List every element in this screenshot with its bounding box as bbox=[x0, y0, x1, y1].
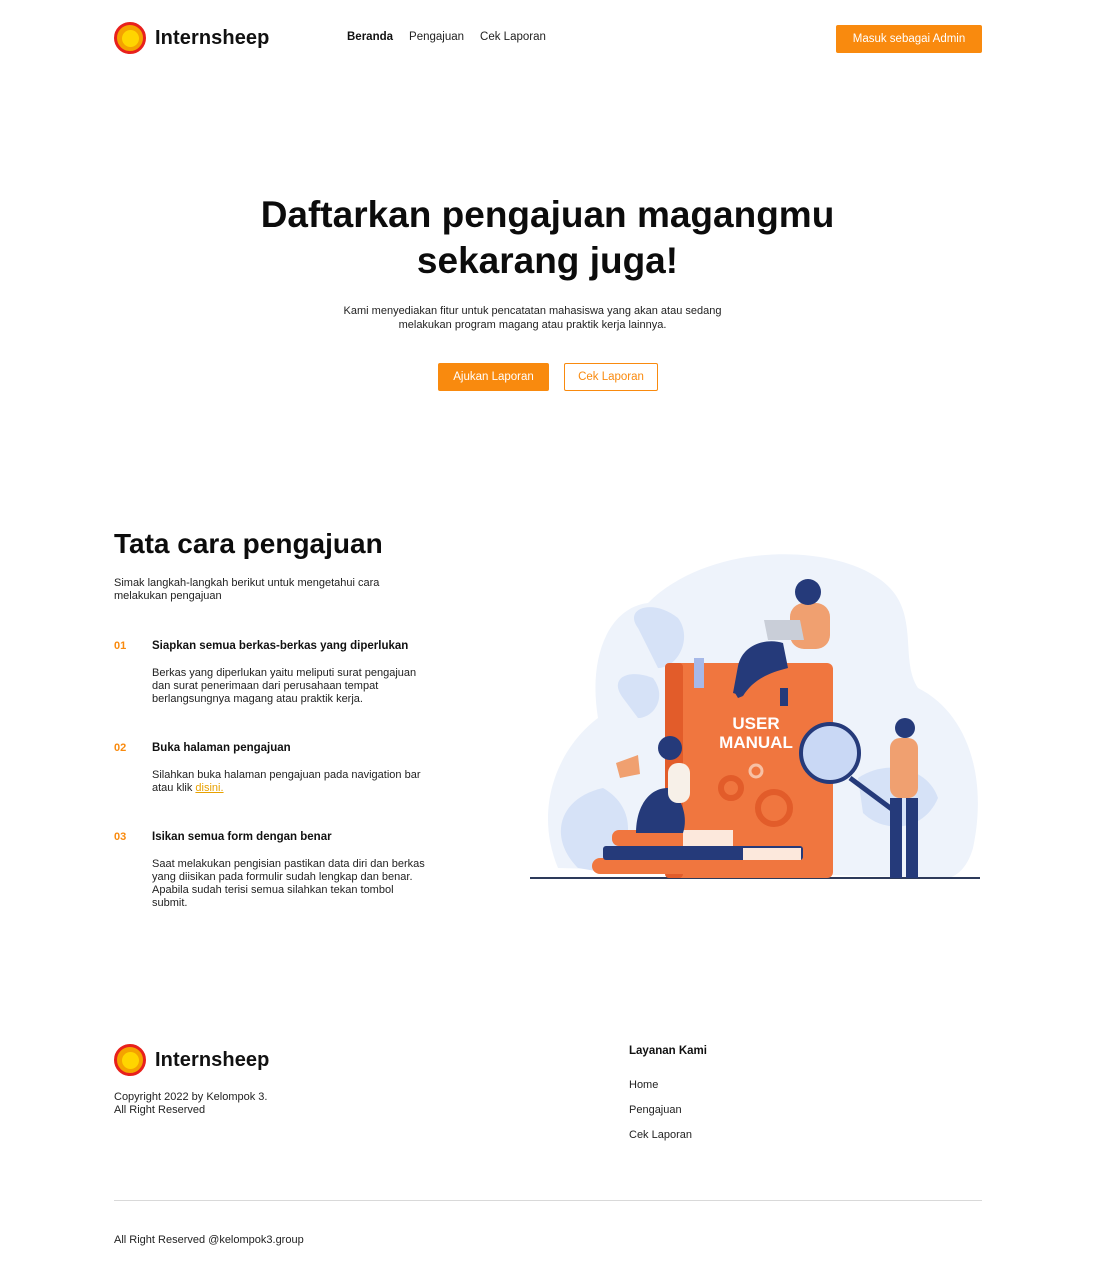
brand-name: Internsheep bbox=[155, 26, 270, 49]
footer-link-pengajuan[interactable]: Pengajuan bbox=[629, 1104, 682, 1116]
step-desc-line: Apabila sudah terisi semua silahkan teka… bbox=[152, 884, 394, 896]
footer-logo[interactable]: Internsheep bbox=[114, 1044, 269, 1076]
book-title-line-2: MANUAL bbox=[719, 733, 793, 752]
step-description: Silahkan buka halaman pengajuan pada nav… bbox=[152, 769, 462, 795]
step-desc-line: atau klik bbox=[152, 782, 196, 794]
step-description: Berkas yang diperlukan yaitu meliputi su… bbox=[152, 667, 462, 706]
step-number: 01 bbox=[114, 640, 127, 652]
disini-link[interactable]: disini. bbox=[195, 782, 223, 794]
nav-link-beranda[interactable]: Beranda bbox=[347, 31, 393, 43]
steps-subtitle-line-1: Simak langkah-langkah berikut untuk meng… bbox=[114, 577, 380, 589]
logo-icon bbox=[114, 22, 146, 54]
hero-title: Daftarkan pengajuan magangmu sekarang ju… bbox=[150, 192, 945, 284]
step-desc-line: berlangsungnya magang atau praktik kerja… bbox=[152, 693, 363, 705]
navbar: Internsheep Beranda Pengajuan Cek Lapora… bbox=[0, 0, 1095, 78]
hero-description: Kami menyediakan fitur untuk pencatatan … bbox=[300, 305, 765, 332]
nav-link-pengajuan[interactable]: Pengajuan bbox=[409, 31, 464, 43]
step-title: Isikan semua form dengan benar bbox=[152, 831, 332, 843]
step-desc-line: dan surat penerimaan dari perusahaan tem… bbox=[152, 680, 379, 692]
footer-divider bbox=[114, 1200, 982, 1201]
footer-link-home[interactable]: Home bbox=[629, 1079, 658, 1091]
hero-title-line-2: sekarang juga! bbox=[416, 240, 679, 281]
footer-link-cek-laporan[interactable]: Cek Laporan bbox=[629, 1129, 692, 1141]
steps-title: Tata cara pengajuan bbox=[114, 528, 383, 559]
step-number: 03 bbox=[114, 831, 127, 843]
brand-logo[interactable]: Internsheep bbox=[114, 22, 269, 54]
step-number: 02 bbox=[114, 742, 127, 754]
step-desc-line: Saat melakukan pengisian pastikan data d… bbox=[152, 858, 425, 870]
cek-laporan-button[interactable]: Cek Laporan bbox=[564, 363, 658, 391]
steps-subtitle-line-2: melakukan pengajuan bbox=[114, 590, 222, 602]
step-title: Buka halaman pengajuan bbox=[152, 742, 291, 754]
copyright: Copyright 2022 by Kelompok 3. All Right … bbox=[114, 1091, 267, 1117]
nav-link-cek-laporan[interactable]: Cek Laporan bbox=[480, 31, 546, 43]
footer-bottom-text: All Right Reserved @kelompok3.group bbox=[114, 1234, 304, 1246]
footer-column-title: Layanan Kami bbox=[629, 1045, 707, 1057]
step-description: Saat melakukan pengisian pastikan data d… bbox=[152, 858, 462, 910]
step-desc-line: Silahkan buka halaman pengajuan pada nav… bbox=[152, 769, 421, 781]
hero-desc-line-2: melakukan program magang atau praktik ke… bbox=[398, 318, 667, 331]
copyright-line-2: All Right Reserved bbox=[114, 1104, 206, 1116]
steps-subtitle: Simak langkah-langkah berikut untuk meng… bbox=[114, 577, 434, 603]
book-title-line-1: USER bbox=[732, 714, 779, 733]
admin-login-button[interactable]: Masuk sebagai Admin bbox=[836, 25, 982, 53]
step-title: Siapkan semua berkas-berkas yang diperlu… bbox=[152, 640, 409, 652]
footer-brand-name: Internsheep bbox=[155, 1048, 270, 1071]
step-desc-line: Berkas yang diperlukan yaitu meliputi su… bbox=[152, 667, 417, 679]
copyright-line-1: Copyright 2022 by Kelompok 3. bbox=[114, 1091, 268, 1103]
nav-links: Beranda Pengajuan Cek Laporan bbox=[347, 31, 546, 43]
hero-desc-line-1: Kami menyediakan fitur untuk pencatatan … bbox=[343, 305, 722, 317]
user-manual-illustration: USER MANUAL bbox=[530, 554, 980, 879]
step-desc-line: submit. bbox=[152, 897, 188, 909]
hero-title-line-1: Daftarkan pengajuan magangmu bbox=[260, 194, 835, 235]
step-desc-line: yang diisikan pada formulir sudah lengka… bbox=[152, 871, 413, 883]
ajukan-laporan-button[interactable]: Ajukan Laporan bbox=[438, 363, 549, 391]
logo-icon bbox=[114, 1044, 146, 1076]
